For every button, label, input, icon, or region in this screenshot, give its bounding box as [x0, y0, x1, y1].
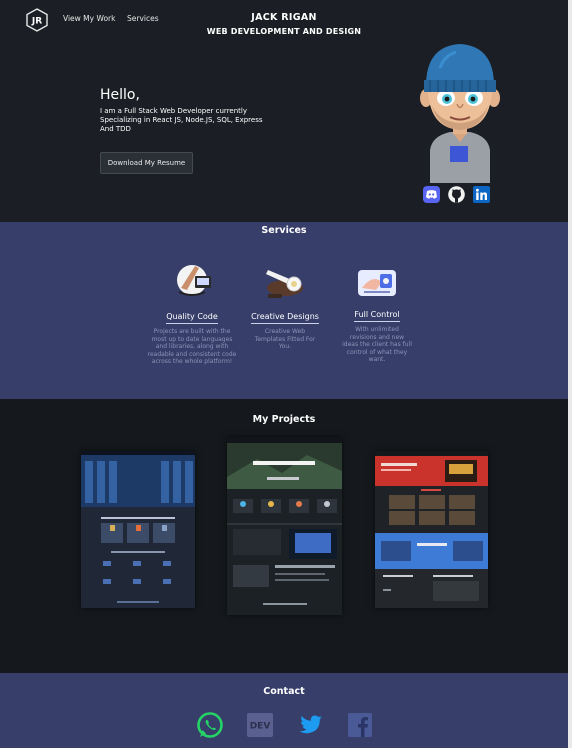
- contact-section: Contact DEV: [0, 673, 568, 748]
- hero-intro: I am a Full Stack Web Developer currentl…: [100, 107, 263, 133]
- service-title-quality-code: Quality Code: [166, 312, 218, 324]
- service-full-control: Full Control With unlimited revisions an…: [332, 264, 422, 364]
- service-title-full-control: Full Control: [354, 310, 400, 322]
- github-icon[interactable]: [448, 186, 465, 203]
- project-thumbnail-2[interactable]: [227, 437, 342, 615]
- service-desc-full-control: With unlimited revisions and new ideas t…: [342, 326, 412, 363]
- services-title: Services: [261, 225, 307, 236]
- whatsapp-icon[interactable]: [196, 711, 224, 739]
- service-quality-code: Quality Code Projects are built with the…: [147, 262, 237, 366]
- discord-icon[interactable]: [423, 186, 440, 203]
- avatar-illustration: [420, 44, 500, 183]
- project-thumbnail-3[interactable]: [375, 451, 488, 608]
- project-thumbnail-1[interactable]: [81, 451, 195, 608]
- full-control-icon: [358, 270, 396, 296]
- service-desc-quality-code: Projects are built with the most up to d…: [147, 328, 237, 365]
- site-subtitle: WEB DEVELOPMENT AND DESIGN: [206, 27, 362, 36]
- hero-greeting: Hello,: [100, 87, 140, 103]
- twitter-icon[interactable]: [296, 711, 324, 739]
- services-section: Services Quality Code Projects are built…: [0, 222, 568, 399]
- page-edge-scrollbar[interactable]: [568, 0, 572, 748]
- download-resume-button[interactable]: Download My Resume: [100, 152, 193, 174]
- facebook-icon[interactable]: [346, 711, 374, 739]
- linkedin-icon[interactable]: [473, 186, 490, 203]
- quality-code-icon: [177, 265, 211, 296]
- service-title-creative-designs: Creative Designs: [251, 312, 319, 324]
- service-creative-designs: Creative Designs Creative Web Templates …: [240, 264, 330, 351]
- service-desc-creative-designs: Creative Web Templates Fitted For You.: [254, 328, 316, 350]
- projects-title: My Projects: [252, 414, 316, 425]
- contact-title: Contact: [263, 686, 305, 697]
- hero-section: JR View My Work Services JACK RIGAN WEB …: [0, 0, 568, 222]
- creative-designs-icon: [266, 270, 303, 298]
- site-name: JACK RIGAN: [251, 12, 317, 23]
- dev-icon[interactable]: DEV: [246, 711, 274, 739]
- dev-label: DEV: [250, 722, 271, 732]
